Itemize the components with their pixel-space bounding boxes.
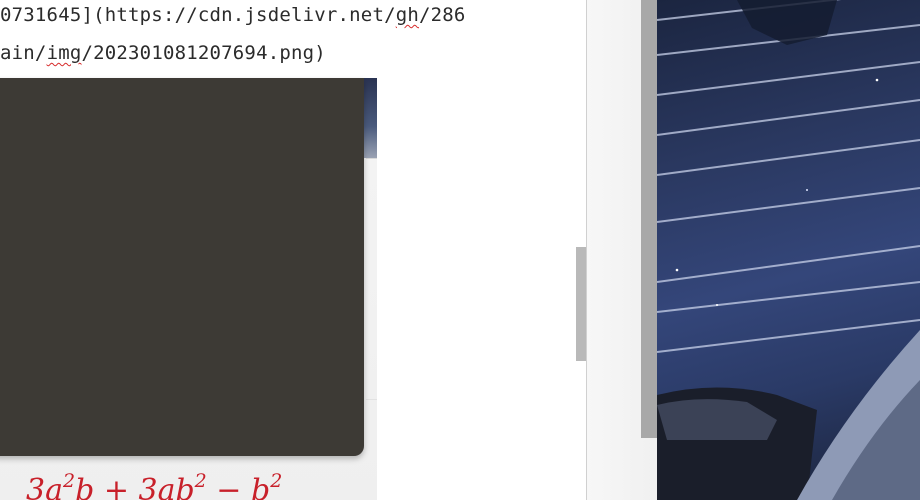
formula-exponent-1: 2 [62, 470, 76, 492]
formula-term-2: b + 3ab [75, 473, 195, 500]
formula-term-1: 3a [26, 473, 63, 500]
editor-line-2-text-end: /202301081207694.png) [81, 42, 326, 64]
spellcheck-word-gh[interactable]: gh [396, 4, 419, 26]
editor-line-1-text-start: 0731645](https://cdn.jsdelivr.net/ [0, 4, 396, 26]
dark-popup-panel[interactable] [0, 78, 364, 456]
spellcheck-word-img[interactable]: img [47, 42, 82, 64]
editor-scrollbar-thumb[interactable] [576, 247, 586, 361]
formula-exponent-3: 2 [270, 470, 283, 492]
editor-line-1-text-end: /286 [419, 4, 466, 26]
math-formula: 3a2b + 3ab2 − b2 [26, 470, 282, 500]
editor-line-2-text-start: ain/ [0, 42, 47, 64]
markdown-editor-pane[interactable]: 0731645](https://cdn.jsdelivr.net/gh/286… [0, 0, 586, 500]
app-window: 0731645](https://cdn.jsdelivr.net/gh/286… [0, 0, 920, 500]
wallpaper-artwork [657, 0, 920, 500]
preview-scrollbar[interactable] [641, 0, 657, 438]
wallpaper-image [657, 0, 920, 500]
embedded-image-edge [363, 78, 377, 158]
formula-exponent-2: 2 [194, 470, 207, 492]
formula-term-3: − b [206, 473, 271, 500]
editor-line-image-path[interactable]: ain/img/202301081207694.png) [0, 42, 326, 64]
embedded-image-divider [366, 158, 377, 400]
editor-line-image-url[interactable]: 0731645](https://cdn.jsdelivr.net/gh/286 [0, 4, 466, 26]
